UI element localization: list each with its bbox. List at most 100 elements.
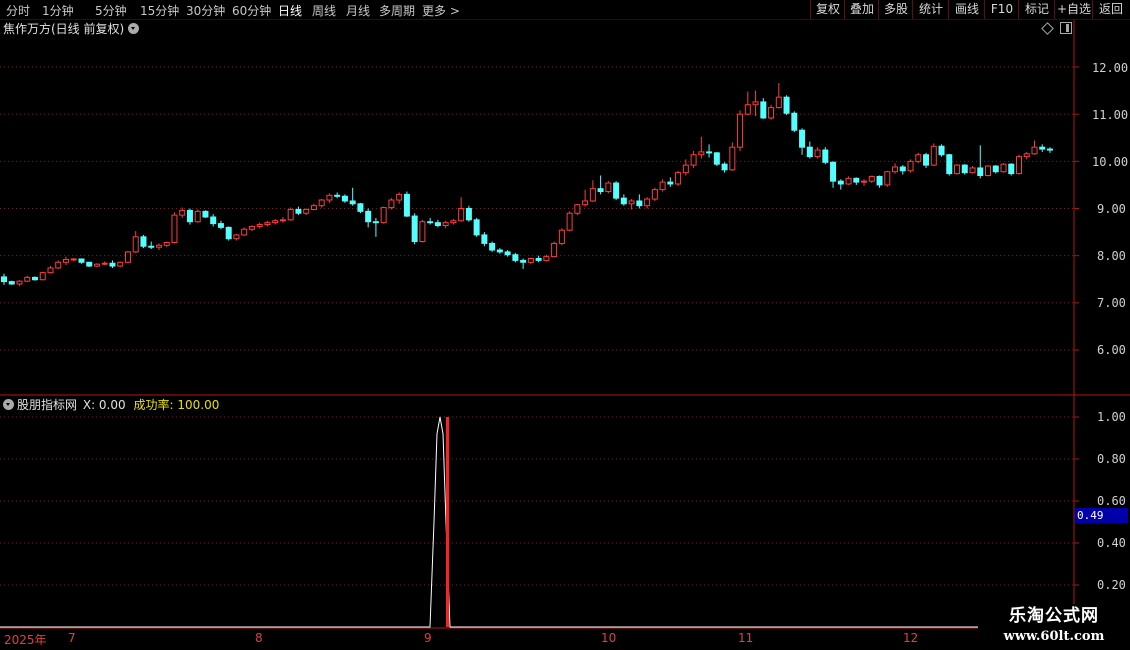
candle-body <box>341 195 348 202</box>
candle-body <box>822 149 829 163</box>
candle-body <box>620 197 627 205</box>
candle-body <box>411 215 418 243</box>
period-day[interactable]: 日线 <box>278 2 302 19</box>
candle-body <box>892 166 899 173</box>
period-fenshi[interactable]: 分时 <box>6 2 30 19</box>
f10-button[interactable]: F10 <box>984 0 1019 19</box>
candle-body <box>721 163 728 171</box>
candle-body <box>861 180 868 183</box>
candle-body <box>682 164 689 174</box>
price-label: 12.00 <box>1092 61 1129 75</box>
period-5min[interactable]: 5分钟 <box>95 2 127 19</box>
chevron-down-icon[interactable] <box>128 23 140 34</box>
candle-body <box>504 251 511 256</box>
candle-body <box>427 221 434 224</box>
candle-body <box>140 236 147 247</box>
candle-body <box>31 276 38 281</box>
candle-body <box>706 151 713 154</box>
candle-body <box>1016 156 1023 175</box>
candle-body <box>380 207 387 224</box>
period-multi[interactable]: 多周期 <box>379 2 415 19</box>
candle-body <box>992 165 999 173</box>
candle-body <box>109 262 116 267</box>
price-label: 11.00 <box>1092 108 1129 122</box>
candle-body <box>272 220 279 224</box>
overlay-button[interactable]: 叠加 <box>844 0 879 19</box>
candle-body <box>396 193 403 201</box>
period-15min[interactable]: 15分钟 <box>140 2 179 19</box>
date-label: 12 <box>903 631 919 645</box>
candle-body <box>334 194 341 197</box>
candle-body <box>876 175 883 186</box>
candle-body <box>806 146 813 158</box>
candle-body <box>318 199 325 207</box>
candle-body <box>473 219 480 236</box>
candle-body <box>365 210 372 223</box>
chevron-down-icon[interactable] <box>3 399 14 410</box>
statistics-button[interactable]: 统计 <box>912 0 949 19</box>
indicator-title[interactable]: 股朋指标网 X: 0.00 成功率: 100.00 <box>3 397 219 413</box>
candle-body <box>93 263 100 267</box>
watermark-title: 乐淘公式网 <box>1009 606 1099 626</box>
indicator-axis-label: 0.60 <box>1097 494 1126 508</box>
chart-canvas <box>0 20 1130 629</box>
candle-body <box>248 225 255 230</box>
period-month[interactable]: 月线 <box>346 2 370 19</box>
candle-body <box>132 236 139 253</box>
diamond-icon[interactable] <box>1041 22 1054 35</box>
candle-body <box>520 259 527 263</box>
candle-body <box>62 258 69 263</box>
period-week[interactable]: 周线 <box>312 2 336 19</box>
candle-body <box>868 175 875 182</box>
restore-rights-button[interactable]: 复权 <box>810 0 845 19</box>
window-toggle-icon[interactable] <box>1060 22 1072 34</box>
candle-body <box>899 166 906 172</box>
candle-body <box>70 258 77 261</box>
candle-body <box>419 221 426 243</box>
period-1min[interactable]: 1分钟 <box>42 2 74 19</box>
candle-body <box>256 224 263 227</box>
candle-body <box>907 160 914 172</box>
period-30min[interactable]: 30分钟 <box>186 2 225 19</box>
candle-body <box>985 165 992 176</box>
candle-body <box>698 151 705 156</box>
candle-body <box>729 146 736 171</box>
candle-body <box>830 161 837 182</box>
price-label: 9.00 <box>1097 202 1126 216</box>
back-button[interactable]: 返回 <box>1092 0 1129 19</box>
candle-body <box>1000 163 1007 173</box>
candle-body <box>465 208 472 221</box>
candle-body <box>799 129 806 148</box>
candle-body <box>582 200 589 206</box>
date-label: 10 <box>601 631 617 645</box>
candle-body <box>636 200 643 207</box>
watermark-url: www.60lt.com <box>1003 629 1105 644</box>
candle-body <box>961 164 968 174</box>
candle-body <box>737 113 744 148</box>
period-60min[interactable]: 60分钟 <box>232 2 271 19</box>
candle-body <box>814 149 821 158</box>
add-watchlist-button[interactable]: +自选 <box>1054 0 1093 19</box>
candle-body <box>210 216 217 225</box>
mark-button[interactable]: 标记 <box>1018 0 1055 19</box>
candle-body <box>527 258 534 263</box>
candle-body <box>458 208 465 222</box>
chart-title[interactable]: 焦作万方(日线 前复权) <box>3 20 140 38</box>
candle-body <box>690 154 697 166</box>
candle-body <box>101 262 108 265</box>
signal-bar <box>446 417 449 627</box>
success-rate-label: 成功率: <box>133 398 174 412</box>
candle-body <box>372 221 379 224</box>
candle-body <box>977 167 984 176</box>
draw-line-button[interactable]: 画线 <box>948 0 985 19</box>
candle-body <box>535 258 542 261</box>
candle-body <box>388 199 395 209</box>
candle-body <box>86 261 93 267</box>
candle-body <box>8 281 15 285</box>
candle-body <box>202 210 209 218</box>
indicator-name: 股朋指标网 <box>17 398 78 412</box>
period-more[interactable]: 更多 > <box>422 2 460 19</box>
date-label: 8 <box>255 631 263 645</box>
candle-body <box>179 209 186 216</box>
multi-stock-button[interactable]: 多股 <box>878 0 913 19</box>
